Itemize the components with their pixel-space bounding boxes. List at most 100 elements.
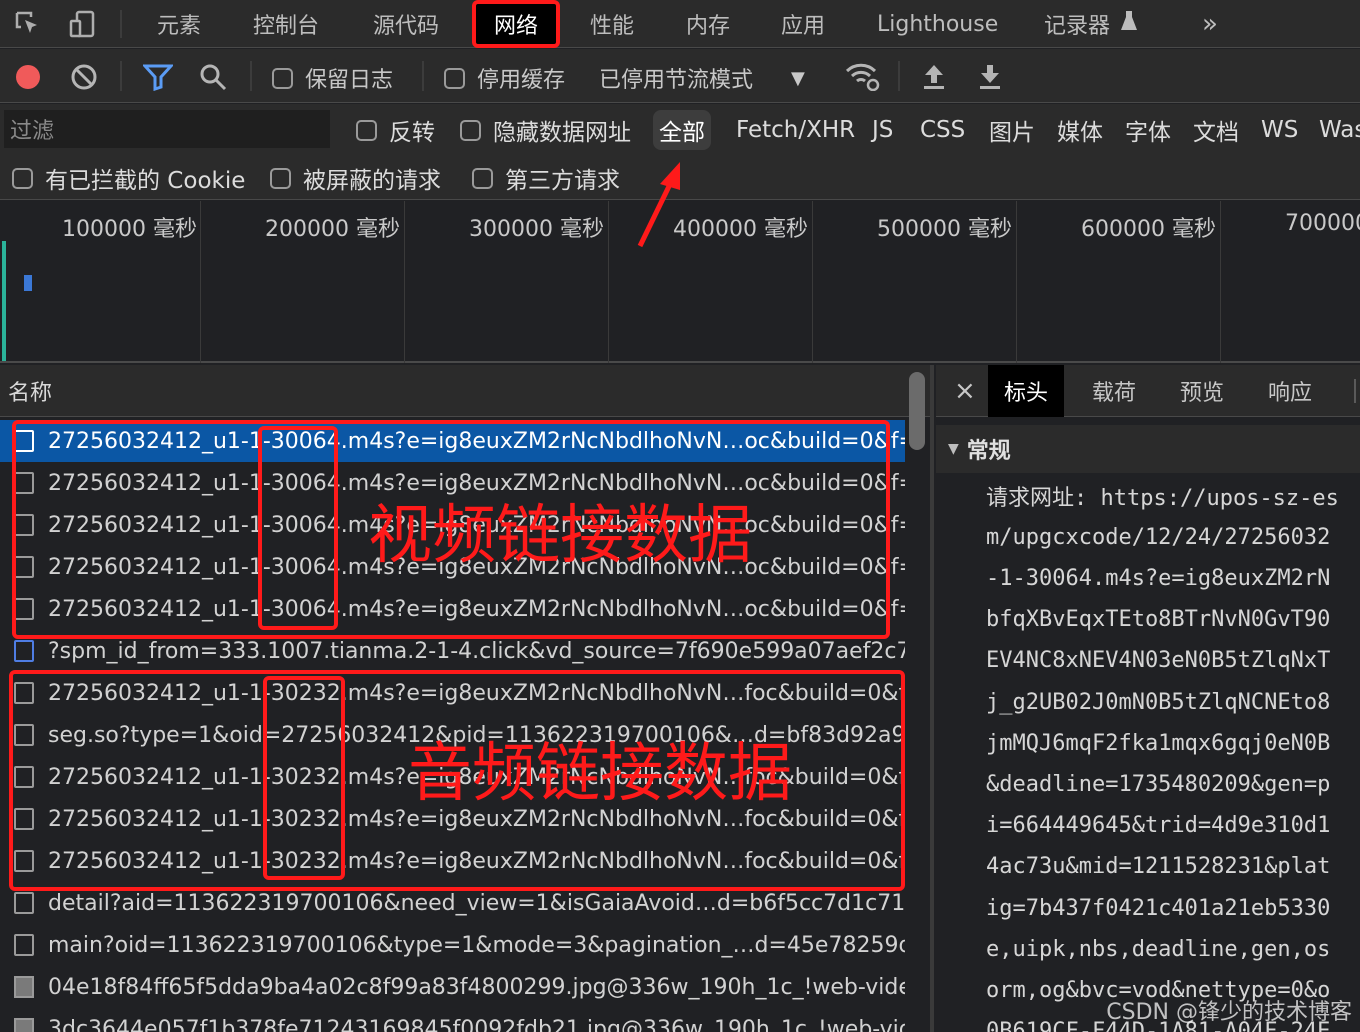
tab-network[interactable]: 网络 [472,0,561,48]
request-url-continuation: j_g2UB02J0mN0B5tZlqNCNEto8 [986,689,1331,715]
disable-cache-label: 停用缓存 [477,68,566,93]
checkbox-box [12,167,33,189]
request-row[interactable]: 04e18f84ff65f5dda9ba4a02c8f99a83f4800299… [0,966,905,1008]
type-filter-ws[interactable]: WS [1261,104,1298,156]
details-tab-bar: × 标头 载荷 预览 响应 [936,365,1360,417]
inspect-element-icon[interactable] [12,8,44,40]
third-party-checkbox[interactable]: 第三方请求 [472,156,620,200]
type-filter-doc[interactable]: 文档 [1193,104,1239,156]
tab-preview[interactable]: 预览 [1180,365,1224,417]
filter-icon [143,64,173,91]
timeline-tick-label: 500000 毫秒 [877,217,1012,242]
type-filter-all[interactable]: 全部 [653,110,711,150]
preserve-log-checkbox[interactable]: 保留日志 [272,62,393,94]
checkbox-box [472,167,493,189]
request-row[interactable]: 27256032412_u1-1-30232.m4s?e=ig8euxZM2rN… [0,672,905,714]
request-row[interactable]: 27256032412_u1-1-30064.m4s?e=ig8euxZM2rN… [0,588,905,630]
request-row[interactable]: 27256032412_u1-1-30232.m4s?e=ig8euxZM2rN… [0,756,905,798]
timeline-gridline [1016,201,1017,363]
request-row[interactable]: 27256032412_u1-1-30232.m4s?e=ig8euxZM2rN… [0,840,905,882]
close-details-button[interactable]: × [954,365,976,417]
network-conditions-button[interactable] [845,61,881,91]
blocked-cookies-checkbox[interactable]: 有已拦截的 Cookie [12,156,245,200]
request-url-continuation: m/upgcxcode/12/24/27256032 [986,524,1331,550]
tab-recorder[interactable]: 记录器 [1044,0,1138,48]
request-row[interactable]: main?oid=113622319700106&type=1&mode=3&p… [0,924,905,966]
document-icon [14,514,34,536]
tab-payload[interactable]: 载荷 [1092,365,1136,417]
request-url-continuation: &deadline=1735480209&gen=p [986,771,1331,797]
request-row[interactable]: seg.so?type=1&oid=27256032412&pid=113622… [0,714,905,756]
request-name: 27256032412_u1-1-30232.m4s?e=ig8euxZM2rN… [48,806,905,832]
request-name: 27256032412_u1-1-30232.m4s?e=ig8euxZM2rN… [48,848,905,874]
tab-performance[interactable]: 性能 [590,0,634,48]
timeline-tick-label: 200000 毫秒 [265,217,400,242]
document-icon [14,766,34,788]
type-filter-css[interactable]: CSS [920,104,965,156]
disable-cache-checkbox[interactable]: 停用缓存 [444,62,565,94]
type-filter-media[interactable]: 媒体 [1057,104,1103,156]
chevron-down-icon: ▼ [791,67,805,89]
blocked-requests-checkbox[interactable]: 被屏蔽的请求 [270,156,441,200]
document-icon [14,556,34,578]
request-name: 27256032412_u1-1-30232.m4s?e=ig8euxZM2rN… [48,680,905,706]
tab-elements[interactable]: 元素 [157,0,201,48]
triangle-down-icon: ▼ [948,441,959,457]
request-row[interactable]: detail?aid=113622319700106&need_view=1&i… [0,882,905,924]
panel-tab-bar: 元素 控制台 源代码 网络 性能 内存 应用 Lighthouse 记录器 » [0,0,1360,48]
throttling-select[interactable]: 已停用节流模式 ▼ [599,62,805,94]
timeline-tick-label: 600000 毫秒 [1081,217,1216,242]
type-filter-wasm[interactable]: Was [1319,104,1360,156]
search-button[interactable] [199,63,227,91]
tab-response[interactable]: 响应 [1268,365,1312,417]
image-icon [14,976,34,998]
request-row[interactable]: 27256032412_u1-1-30064.m4s?e=ig8euxZM2rN… [0,546,905,588]
timeline-bar [24,275,32,291]
request-row[interactable]: ?spm_id_from=333.1007.tianma.2-1-4.click… [0,630,905,672]
type-filter-img[interactable]: 图片 [989,104,1035,156]
more-tabs-button[interactable]: » [1202,0,1218,48]
invert-checkbox[interactable]: 反转 [356,104,435,156]
scrollbar-thumb[interactable] [909,372,925,450]
device-toolbar-icon[interactable] [66,8,98,40]
document-icon [14,850,34,872]
panel-splitter[interactable] [930,365,934,1032]
tab-memory[interactable]: 内存 [686,0,730,48]
timeline-bar [2,241,6,361]
tab-sources[interactable]: 源代码 [373,0,439,48]
arrow-annotation-icon [637,162,680,248]
hide-data-urls-checkbox[interactable]: 隐藏数据网址 [460,104,631,156]
request-url-continuation: -1-30064.m4s?e=ig8euxZM2rN [986,565,1331,591]
filter-input[interactable]: 过滤 [4,110,330,148]
type-filter-fetch-xhr[interactable]: Fetch/XHR [736,104,855,156]
request-url-continuation: bfqXBvEqxTEto8BTrNvN0GvT90 [986,607,1331,633]
tab-lighthouse[interactable]: Lighthouse [877,0,998,48]
preserve-log-label: 保留日志 [305,68,394,93]
image-icon [14,1018,34,1032]
tab-application[interactable]: 应用 [781,0,825,48]
request-url-continuation: i=664449645&trid=4d9e310d1 [986,813,1331,839]
blocked-requests-label: 被屏蔽的请求 [303,168,441,194]
filter-toggle-button[interactable] [143,63,173,91]
request-row[interactable]: 27256032412_u1-1-30232.m4s?e=ig8euxZM2rN… [0,798,905,840]
general-section-header[interactable]: ▼ 常规 [936,425,1360,473]
export-har-button[interactable] [976,61,1004,91]
tab-recorder-label: 记录器 [1044,14,1111,39]
wifi-settings-icon [845,63,880,91]
record-button[interactable] [14,63,42,91]
request-row[interactable]: 3dc3644e057f1b378fe71243169845f0092fdb21… [0,1008,905,1032]
tab-console[interactable]: 控制台 [253,0,319,48]
name-column-header[interactable]: 名称 [0,365,930,417]
document-icon [14,682,34,704]
request-row[interactable]: 27256032412_u1-1-30064.m4s?e=ig8euxZM2rN… [0,462,905,504]
timeline-tick-label: 400000 毫秒 [673,217,808,242]
request-row[interactable]: 27256032412_u1-1-30064.m4s?e=ig8euxZM2rN… [0,504,905,546]
network-toolbar: 保留日志 停用缓存 已停用节流模式 ▼ [0,49,1360,103]
import-har-button[interactable] [920,61,948,91]
tab-headers[interactable]: 标头 [988,365,1065,417]
checkbox-box [444,67,465,89]
type-filter-font[interactable]: 字体 [1125,104,1171,156]
request-row[interactable]: 27256032412_u1-1-30064.m4s?e=ig8euxZM2rN… [0,420,905,462]
type-filter-js[interactable]: JS [872,104,893,156]
clear-button[interactable] [70,63,98,91]
